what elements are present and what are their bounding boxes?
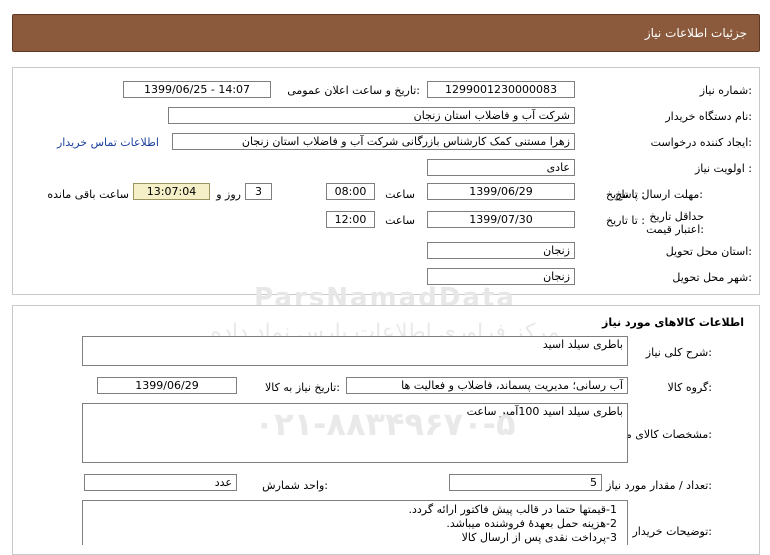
validity-time-label: ساعت: [385, 214, 415, 227]
reply-date-field: 1399/06/29: [427, 183, 575, 200]
validity-time-field: 12:00: [326, 211, 375, 228]
creator-field: زهرا مستنی کمک کارشناس بازرگانی شرکت آب …: [172, 133, 575, 150]
announce-field: 1399/06/25 - 14:07: [123, 81, 271, 98]
buyer-contact-link[interactable]: اطلاعات تماس خریدار: [57, 136, 159, 149]
qty-field: 5: [449, 474, 602, 491]
group-label: گروه کالا:: [667, 381, 712, 394]
reply-to-date-label: تا تاریخ :: [606, 188, 645, 201]
summary-label: شرح کلی نیاز:: [645, 346, 712, 359]
priority-label: اولویت نیاز :: [694, 162, 752, 175]
buyer-notes-field: 1-قیمتها حتما در قالب پیش فاکتور ارائه گ…: [82, 500, 628, 545]
city-label: شهر محل تحویل:: [672, 271, 752, 284]
watermark-phone: ۰۲۱-۸۸۳۴۹۶۷۰-۵: [254, 405, 516, 443]
validity-label: حداقل تاریخ اعتبار قیمت:: [646, 210, 704, 236]
need-date-label: تاریخ نیاز به کالا:: [265, 381, 340, 394]
buyer-note-line: 3-پرداخت نقدی پس از ارسال کالا: [461, 531, 617, 544]
buyer-note-line: 1-قیمتها حتما در قالب پیش فاکتور ارائه گ…: [408, 503, 617, 516]
days-label: روز و: [216, 188, 241, 201]
validity-date-field: 1399/07/30: [427, 211, 575, 228]
page-header: جزئیات اطلاعات نیاز: [12, 14, 760, 52]
province-label: استان محل تحویل:: [665, 245, 752, 258]
need-info-panel: [12, 67, 760, 295]
need-date-field: 1399/06/29: [97, 377, 237, 394]
reply-time-field: 08:00: [326, 183, 375, 200]
remaining-label: ساعت باقی مانده: [47, 188, 129, 201]
reply-time-label: ساعت: [385, 188, 415, 201]
need-number-field: 1299001230000083: [427, 81, 575, 98]
need-number-label: شماره نیاز:: [699, 84, 752, 97]
page-title: جزئیات اطلاعات نیاز: [644, 26, 747, 40]
priority-field: عادی: [427, 159, 575, 176]
creator-label: ایجاد کننده درخواست:: [650, 136, 752, 149]
summary-field: باطری سیلد اسید: [82, 336, 628, 366]
announce-label: تاریخ و ساعت اعلان عمومی:: [287, 84, 420, 97]
group-field: آب رسانی؛ مدیریت پسماند، فاضلاب و فعالیت…: [346, 377, 628, 394]
buyer-label: نام دستگاه خریدار:: [665, 110, 752, 123]
province-field: زنجان: [427, 242, 575, 259]
days-field: 3: [245, 183, 272, 200]
validity-to-date-label: تا تاریخ :: [606, 214, 645, 227]
unit-label: واحد شمارش:: [262, 479, 328, 492]
qty-label: تعداد / مقدار مورد نیاز:: [606, 479, 712, 492]
buyer-note-line: 2-هزینه حمل بعهدهٔ فروشنده میباشد.: [446, 517, 617, 530]
remaining-time-field: 13:07:04: [133, 183, 210, 200]
unit-field: عدد: [84, 474, 237, 491]
buyer-field: شرکت آب و فاضلاب استان زنجان: [168, 107, 575, 124]
goods-section-title: اطلاعات کالاهای مورد نیاز: [602, 316, 744, 329]
buyer-notes-label: توضیحات خریدار:: [632, 525, 713, 538]
